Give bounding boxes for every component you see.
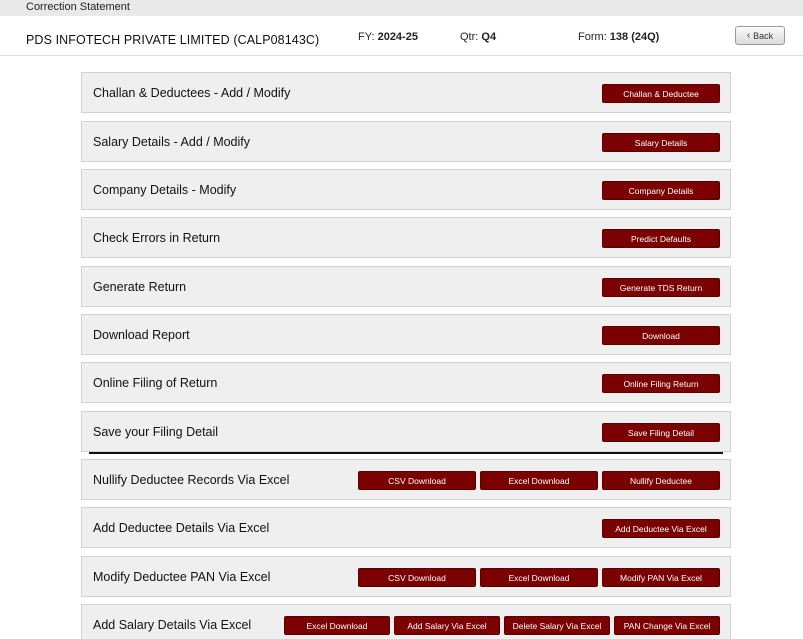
row-label: Modify Deductee PAN Via Excel — [93, 570, 271, 584]
excel-download-button[interactable]: Excel Download — [480, 568, 598, 587]
row-nullify-deductee: Nullify Deductee Records Via Excel CSV D… — [81, 459, 731, 500]
pan-change-excel-button[interactable]: PAN Change Via Excel — [614, 616, 720, 635]
company-details-button[interactable]: Company Details — [602, 181, 720, 200]
row-check-errors: Check Errors in Return Predict Defaults — [81, 217, 731, 258]
row-download-report: Download Report Download — [81, 314, 731, 355]
challan-deductee-button[interactable]: Challan & Deductee — [602, 84, 720, 103]
qtr-info: Qtr: Q4 — [460, 31, 496, 43]
fy-label: FY: — [358, 31, 375, 43]
row-label: Salary Details - Add / Modify — [93, 135, 251, 149]
download-button[interactable]: Download — [602, 326, 720, 345]
row-challan-deductees: Challan & Deductees - Add / Modify Chall… — [81, 72, 731, 113]
chevron-left-icon: ‹ — [746, 29, 751, 41]
save-filing-detail-button[interactable]: Save Filing Detail — [602, 423, 720, 442]
fy-value: 2024-25 — [377, 31, 418, 43]
excel-download-button[interactable]: Excel Download — [284, 616, 390, 635]
online-filing-return-button[interactable]: Online Filing Return — [602, 374, 720, 393]
form-value: 138 (24Q) — [609, 31, 660, 43]
form-label: Form: — [578, 31, 607, 43]
row-label: Download Report — [93, 328, 190, 342]
csv-download-button[interactable]: CSV Download — [358, 471, 476, 490]
qtr-label: Qtr: — [460, 31, 479, 43]
company-name: PDS INFOTECH PRIVATE LIMITED (CALP08143C… — [26, 33, 320, 47]
row-label: Company Details - Modify — [93, 183, 237, 197]
title-bar: Correction Statement — [0, 0, 803, 16]
row-label: Nullify Deductee Records Via Excel — [93, 473, 290, 487]
statement-header: PDS INFOTECH PRIVATE LIMITED (CALP08143C… — [0, 16, 803, 56]
fy-info: FY: 2024-25 — [358, 31, 418, 43]
row-label: Add Salary Details Via Excel — [93, 618, 252, 632]
salary-details-button[interactable]: Salary Details — [602, 133, 720, 152]
row-label: Online Filing of Return — [93, 376, 218, 390]
row-modify-pan-excel: Modify Deductee PAN Via Excel CSV Downlo… — [81, 556, 731, 597]
add-salary-excel-button[interactable]: Add Salary Via Excel — [394, 616, 500, 635]
back-label: Back — [753, 30, 774, 41]
row-label: Challan & Deductees - Add / Modify — [93, 86, 291, 100]
delete-salary-excel-button[interactable]: Delete Salary Via Excel — [504, 616, 610, 635]
row-save-filing: Save your Filing Detail Save Filing Deta… — [81, 411, 731, 452]
form-info: Form: 138 (24Q) — [578, 31, 659, 43]
nullify-deductee-button[interactable]: Nullify Deductee — [602, 471, 720, 490]
window-title: Correction Statement — [26, 1, 130, 13]
row-salary-details: Salary Details - Add / Modify Salary Det… — [81, 121, 731, 162]
back-button[interactable]: ‹ Back — [735, 26, 785, 45]
predict-defaults-button[interactable]: Predict Defaults — [602, 229, 720, 248]
row-label: Add Deductee Details Via Excel — [93, 521, 270, 535]
modify-pan-excel-button[interactable]: Modify PAN Via Excel — [602, 568, 720, 587]
row-add-salary-excel: Add Salary Details Via Excel Excel Downl… — [81, 604, 731, 639]
section-divider — [89, 452, 723, 454]
row-generate-return: Generate Return Generate TDS Return — [81, 266, 731, 307]
generate-tds-return-button[interactable]: Generate TDS Return — [602, 278, 720, 297]
row-label: Check Errors in Return — [93, 231, 221, 245]
add-deductee-excel-button[interactable]: Add Deductee Via Excel — [602, 519, 720, 538]
excel-download-button[interactable]: Excel Download — [480, 471, 598, 490]
row-label: Generate Return — [93, 280, 187, 294]
row-add-deductee-excel: Add Deductee Details Via Excel Add Deduc… — [81, 507, 731, 548]
row-label: Save your Filing Detail — [93, 425, 219, 439]
csv-download-button[interactable]: CSV Download — [358, 568, 476, 587]
row-company-details: Company Details - Modify Company Details — [81, 169, 731, 210]
row-online-filing: Online Filing of Return Online Filing Re… — [81, 362, 731, 403]
qtr-value: Q4 — [481, 31, 497, 43]
